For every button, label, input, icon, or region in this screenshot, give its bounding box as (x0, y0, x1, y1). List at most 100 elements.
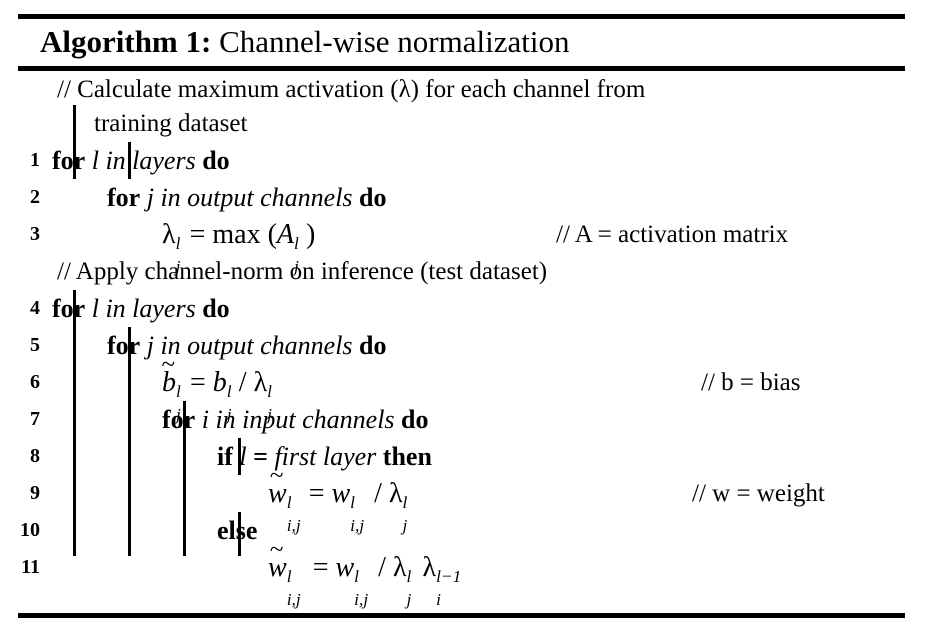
operator-equals: = (189, 219, 206, 250)
line-number: 7 (30, 408, 40, 430)
rule-top (18, 14, 905, 19)
comment-weight: // w = weight (692, 475, 825, 512)
statement-for-input-channels: for i in input channels do (162, 401, 429, 438)
comment-activation-text: // A = activation matrix (556, 221, 789, 248)
keyword-do: do (359, 331, 387, 360)
comment-training-line2: training dataset (94, 110, 248, 137)
comment-inference-text: // Apply channel-norm on inference (test… (57, 258, 548, 285)
identifier-j: j (146, 331, 154, 360)
operator-divide: / (374, 478, 382, 509)
formula-weight-normalized-first: ~ w l i,j = w l i,j / λlj (268, 462, 407, 535)
algorithm-figure: Algorithm 1: Channel-wise normalization … (0, 0, 932, 632)
identifier-l: l (91, 294, 99, 323)
formula-lambda-max: λ l j = max (A l j) (162, 216, 316, 276)
algorithm-label: Algorithm 1: (40, 24, 212, 59)
identifier-first-layer: first layer (274, 442, 377, 471)
algorithm-title: Algorithm 1: Channel-wise normalization (40, 22, 569, 62)
tilde-accent: ~ (269, 461, 284, 489)
comment-block-inference: // Apply channel-norm on inference (test… (0, 253, 932, 290)
operator-equals: = (253, 442, 268, 471)
table-row: 6 ~ b l j = b l j / λlj // b = bias (0, 351, 932, 424)
keyword-for: for (162, 405, 196, 434)
symbol-w-tilde: ~ w l i,j (268, 462, 301, 535)
table-row: 5 for j in output channels do (0, 327, 932, 364)
table-row: 7 for i in input channels do (0, 401, 932, 438)
operator-divide: / (238, 367, 247, 398)
identifier-output-channels: output channels (187, 183, 353, 212)
line-number: 10 (20, 519, 40, 541)
keyword-for: for (107, 331, 141, 360)
table-row: 8 if l = first layer then (0, 438, 932, 475)
line-number: 3 (30, 223, 40, 245)
rule-bottom (18, 613, 905, 618)
line-number: 8 (30, 445, 40, 467)
table-row: 3 λ l j = max (A l j) // A = activation matri… (0, 216, 932, 276)
comment-bias: // b = bias (701, 364, 801, 401)
operator-equals: = (190, 367, 206, 398)
identifier-l: l (91, 146, 99, 175)
paren-open: ( (267, 219, 277, 250)
statement-for-output-channels-1: for j in output channels do (107, 179, 387, 216)
keyword-do: do (359, 183, 387, 212)
comment-block-training-cont: training dataset (0, 105, 932, 142)
operator-equals: = (312, 552, 329, 583)
table-row: 11 ~ w l i,j = w l i,j / λ l j λ l−1 i (0, 536, 932, 609)
keyword-in: in (215, 405, 236, 434)
keyword-do: do (401, 405, 429, 434)
line-number: 6 (30, 371, 40, 393)
keyword-do: do (202, 294, 230, 323)
keyword-in: in (105, 294, 126, 323)
identifier-layers: layers (132, 146, 196, 175)
line-number: 9 (30, 482, 40, 504)
table-row: 1 for l in layers do (0, 142, 932, 179)
symbol-b-tilde: ~ b l j (161, 351, 180, 424)
operator-equals: = (308, 478, 325, 509)
statement-for-layers-2: for l in layers do (52, 290, 230, 327)
symbol-lambda: λlj (162, 216, 180, 276)
identifier-i: i (201, 405, 209, 434)
symbol-w-tilde: ~ w l i,j (268, 536, 301, 609)
table-row: 4 for l in layers do (0, 290, 932, 327)
formula-bias-normalized: ~ b l j = b l j / λlj (161, 351, 272, 424)
symbol-A: Alj (277, 216, 299, 276)
table-row: 9 ~ w l i,j = w l i,j / λlj // w = weight (0, 462, 932, 535)
comment-weight-text: // w = weight (692, 480, 825, 507)
keyword-in: in (160, 183, 181, 212)
identifier-l: l (239, 442, 247, 471)
keyword-if: if (217, 442, 233, 471)
comment-bias-text: // b = bias (701, 369, 801, 396)
line-number: 11 (21, 556, 40, 578)
statement-else: else (217, 512, 257, 549)
symbol-lambda: λlj (389, 475, 407, 535)
algorithm-body: // Calculate maximum activation (λ) for … (0, 71, 932, 613)
keyword-for: for (52, 294, 86, 323)
symbol-lambda: λlj (254, 364, 272, 424)
statement-for-layers-1: for l in layers do (52, 142, 230, 179)
tilde-accent: ~ (161, 350, 176, 378)
keyword-else: else (217, 516, 258, 545)
statement-if-first-layer: if l = first layer then (217, 438, 432, 475)
line-number: 5 (30, 334, 40, 356)
keyword-in: in (105, 146, 126, 175)
keyword-for: for (107, 183, 141, 212)
formula-weight-normalized-else: ~ w l i,j = w l i,j / λ l j λ l−1 i (268, 536, 461, 609)
keyword-for: for (52, 146, 86, 175)
tilde-accent: ~ (269, 535, 284, 563)
operator-divide: / (378, 552, 386, 583)
symbol-w: w l i,j (335, 549, 368, 609)
table-row: 10 else (0, 512, 932, 549)
identifier-output-channels: output channels (187, 331, 353, 360)
line-number: 4 (30, 297, 40, 319)
line-number: 2 (30, 186, 40, 208)
statement-for-output-channels-2: for j in output channels do (107, 327, 387, 364)
comment-block-training: // Calculate maximum activation (λ) for … (0, 71, 932, 108)
symbol-lambda-j: λlj (393, 549, 411, 609)
symbol-w: w l i,j (331, 475, 364, 535)
comment-training-line1: // Calculate maximum activation (λ) for … (57, 76, 646, 103)
paren-close: ) (306, 219, 316, 250)
identifier-input-channels: input channels (242, 405, 395, 434)
line-number: 1 (30, 149, 40, 171)
comment-activation-matrix: // A = activation matrix (556, 216, 788, 253)
table-row: 2 for j in output channels do (0, 179, 932, 216)
keyword-do: do (202, 146, 230, 175)
